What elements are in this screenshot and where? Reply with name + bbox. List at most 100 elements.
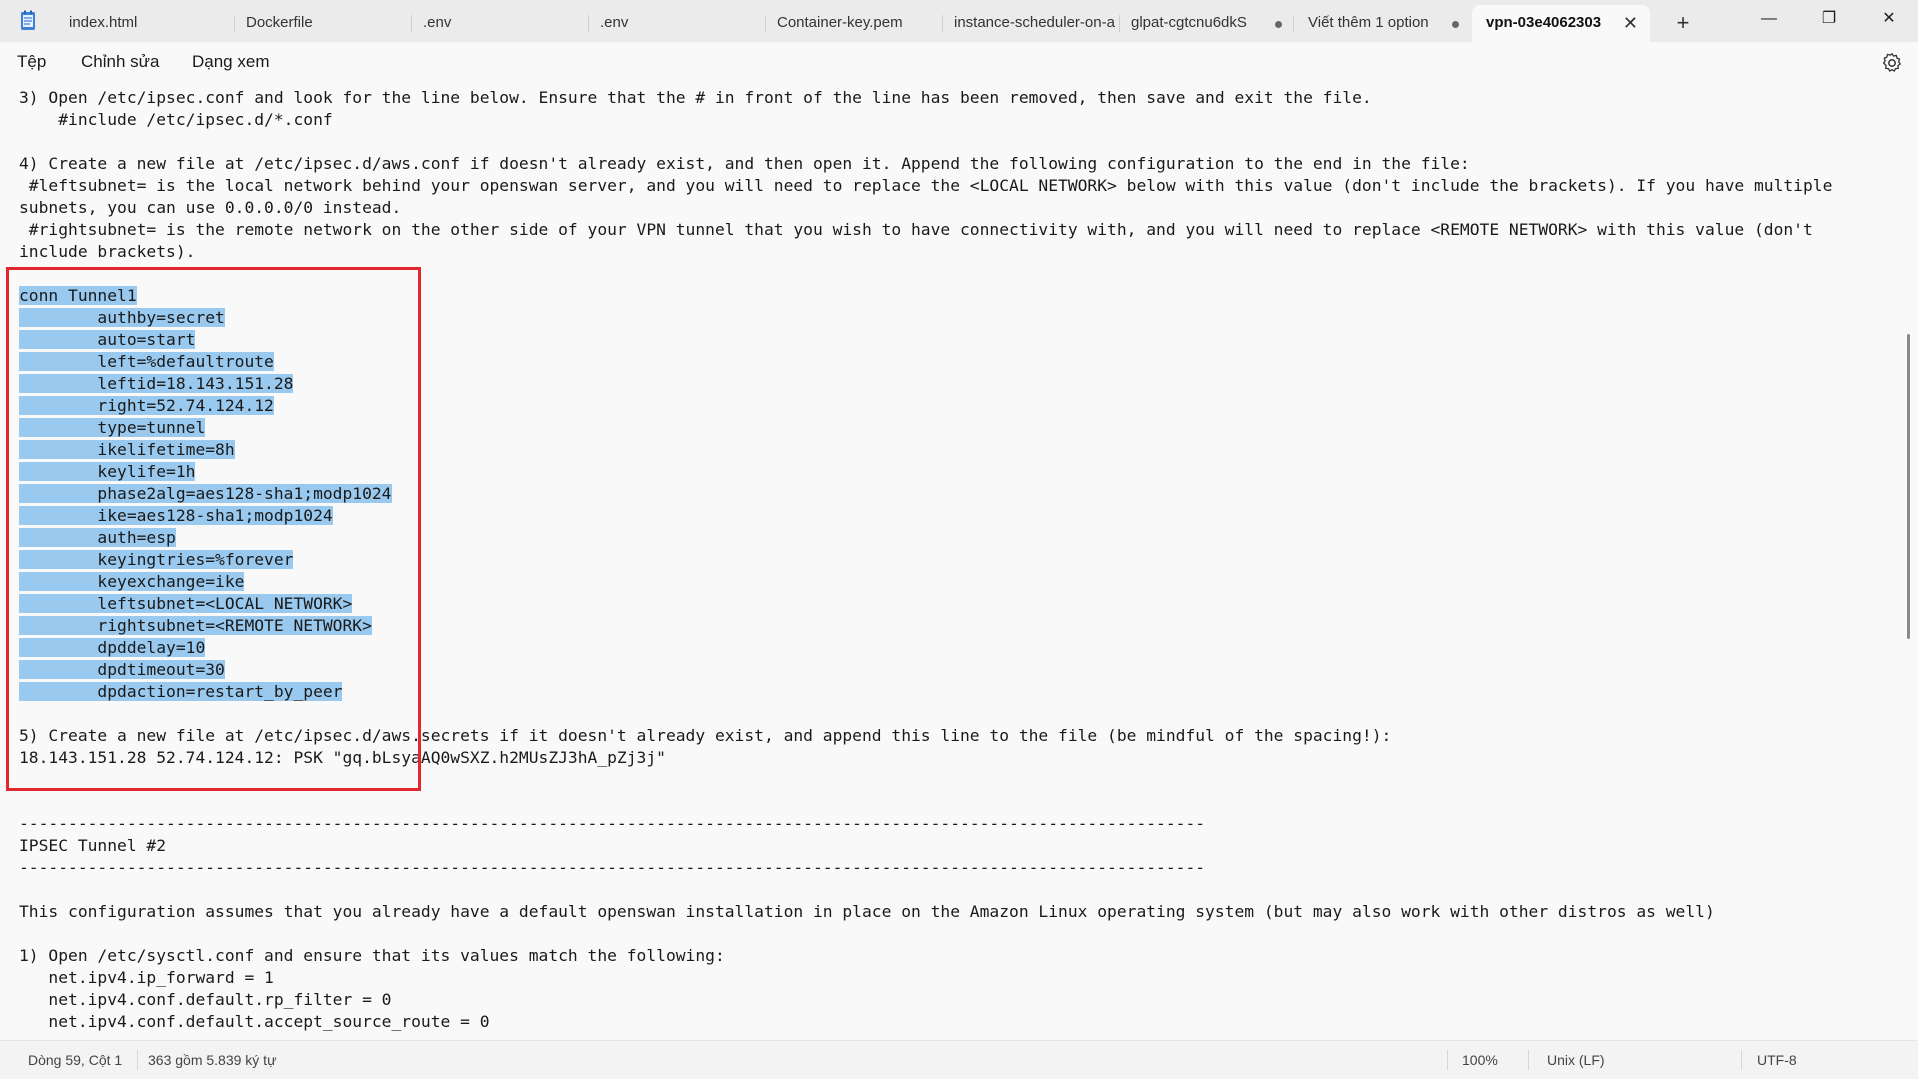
restore-button[interactable]: ❐	[1801, 0, 1857, 38]
line-text: leftsubnet=<LOCAL NETWORK>	[97, 594, 353, 613]
text-line: net.ipv4.conf.default.accept_source_rout…	[19, 1011, 490, 1033]
close-tab-icon[interactable]: ✕	[1623, 5, 1638, 41]
selected-code-line: auto=start	[19, 329, 196, 351]
tab-indent	[19, 440, 98, 459]
line-text: #include /etc/ipsec.d/*.conf	[19, 110, 333, 129]
tab-indent	[19, 462, 98, 481]
tab-indent	[19, 594, 98, 613]
text-line: ----------------------------------------…	[19, 857, 1205, 879]
line-text: dpdtimeout=30	[97, 660, 225, 679]
tab-indent	[19, 506, 98, 525]
line-text: ----------------------------------------…	[19, 814, 1206, 833]
close-window-button[interactable]: ✕	[1861, 0, 1917, 38]
tab-viet-them-option[interactable]: Viết thêm 1 option	[1294, 5, 1471, 42]
text-editor[interactable]: 3) Open /etc/ipsec.conf and look for the…	[0, 84, 1900, 1040]
tab-indent	[19, 682, 98, 701]
tab-indent	[19, 396, 98, 415]
tab-env-1[interactable]: .env	[409, 5, 589, 42]
line-ending[interactable]: Unix (LF)	[1547, 1052, 1605, 1068]
encoding[interactable]: UTF-8	[1757, 1052, 1797, 1068]
zoom-level[interactable]: 100%	[1462, 1052, 1498, 1068]
text-line: 1) Open /etc/sysctl.conf and ensure that…	[19, 945, 725, 967]
notepad-app-icon	[21, 10, 35, 30]
new-tab-button[interactable]: +	[1668, 5, 1698, 41]
tab-dockerfile[interactable]: Dockerfile	[232, 5, 412, 42]
tab-index-html[interactable]: index.html	[55, 5, 235, 42]
line-text: keylife=1h	[97, 462, 196, 481]
line-text: net.ipv4.conf.default.rp_filter = 0	[19, 990, 392, 1009]
title-bar: index.html Dockerfile .env .env Containe…	[0, 0, 1918, 42]
tab-indent	[19, 352, 98, 371]
line-text: IPSEC Tunnel #2	[19, 836, 167, 855]
menu-bar: Tệp Chỉnh sửa Dạng xem	[0, 42, 1918, 84]
text-line: #include /etc/ipsec.d/*.conf	[19, 109, 333, 131]
selected-code-line: keylife=1h	[19, 461, 196, 483]
text-line: net.ipv4.ip_forward = 1	[19, 967, 273, 989]
tab-indent	[19, 418, 98, 437]
selected-code-line: ike=aes128-sha1;modp1024	[19, 505, 333, 527]
text-line: 5) Create a new file at /etc/ipsec.d/aws…	[19, 725, 1391, 747]
line-text: 4) Create a new file at /etc/ipsec.d/aws…	[19, 154, 1470, 173]
tab-indent	[19, 572, 98, 591]
tab-indent	[19, 660, 98, 679]
selected-code-line: leftsubnet=<LOCAL NETWORK>	[19, 593, 353, 615]
line-text: This configuration assumes that you alre…	[19, 902, 1715, 921]
selected-code-line: leftid=18.143.151.28	[19, 373, 294, 395]
line-text: conn Tunnel1	[19, 286, 137, 305]
tab-indent	[19, 616, 98, 635]
text-line: include brackets).	[19, 241, 195, 263]
line-text: 18.143.151.28 52.74.124.12: PSK "gq.bLsy…	[19, 748, 666, 767]
line-text: include brackets).	[19, 242, 196, 261]
text-line: net.ipv4.conf.default.rp_filter = 0	[19, 989, 391, 1011]
line-text: 5) Create a new file at /etc/ipsec.d/aws…	[19, 726, 1392, 745]
text-line: #leftsubnet= is the local network behind…	[19, 175, 1833, 197]
tab-indent	[19, 484, 98, 503]
tab-glpat[interactable]: glpat-cgtcnu6dkS	[1117, 5, 1294, 42]
line-text: auth=esp	[97, 528, 176, 547]
selected-code-line: left=%defaultroute	[19, 351, 274, 373]
selected-code-line: dpdaction=restart_by_peer	[19, 681, 343, 703]
line-text: ----------------------------------------…	[19, 858, 1206, 877]
vertical-scrollbar[interactable]	[1900, 84, 1918, 1040]
cursor-position[interactable]: Dòng 59, Cột 1	[28, 1052, 122, 1068]
text-line: #rightsubnet= is the remote network on t…	[19, 219, 1813, 241]
line-text: phase2alg=aes128-sha1;modp1024	[97, 484, 392, 503]
line-text: type=tunnel	[97, 418, 206, 437]
unsaved-dot-icon	[1275, 21, 1282, 28]
line-text: dpddelay=10	[97, 638, 206, 657]
text-line: 18.143.151.28 52.74.124.12: PSK "gq.bLsy…	[19, 747, 666, 769]
tab-container-key[interactable]: Container-key.pem	[763, 5, 943, 42]
line-text: auto=start	[97, 330, 196, 349]
line-text: subnets, you can use 0.0.0.0/0 instead.	[19, 198, 402, 217]
line-text: #rightsubnet= is the remote network on t…	[19, 220, 1813, 239]
selected-code-line: auth=esp	[19, 527, 176, 549]
status-bar: Dòng 59, Cột 1 363 gồm 5.839 ký tự 100% …	[0, 1040, 1918, 1079]
scrollbar-thumb[interactable]	[1907, 334, 1910, 639]
tab-indent	[19, 528, 98, 547]
line-text: net.ipv4.conf.default.accept_source_rout…	[19, 1012, 490, 1031]
selected-code-line: phase2alg=aes128-sha1;modp1024	[19, 483, 392, 505]
text-line: subnets, you can use 0.0.0.0/0 instead.	[19, 197, 401, 219]
tab-env-2[interactable]: .env	[586, 5, 766, 42]
line-text: dpdaction=restart_by_peer	[97, 682, 343, 701]
line-text: ike=aes128-sha1;modp1024	[97, 506, 333, 525]
line-text: keyexchange=ike	[97, 572, 245, 591]
gear-icon[interactable]	[1880, 51, 1904, 75]
minimize-button[interactable]: —	[1741, 0, 1797, 38]
tab-instance-scheduler[interactable]: instance-scheduler-on-a	[940, 5, 1120, 42]
line-text: keyingtries=%forever	[97, 550, 294, 569]
line-text: right=52.74.124.12	[97, 396, 274, 415]
line-text: 1) Open /etc/sysctl.conf and ensure that…	[19, 946, 725, 965]
line-text: 3) Open /etc/ipsec.conf and look for the…	[19, 88, 1372, 107]
menu-view[interactable]: Dạng xem	[192, 52, 269, 72]
menu-file[interactable]: Tệp	[17, 52, 46, 72]
text-line: IPSEC Tunnel #2	[19, 835, 166, 857]
selected-code-line: keyingtries=%forever	[19, 549, 294, 571]
menu-edit[interactable]: Chỉnh sửa	[81, 52, 159, 72]
line-text: rightsubnet=<REMOTE NETWORK>	[97, 616, 372, 635]
selected-code-line: type=tunnel	[19, 417, 206, 439]
selected-code-line: ikelifetime=8h	[19, 439, 235, 461]
selected-code-line: authby=secret	[19, 307, 225, 329]
line-text: left=%defaultroute	[97, 352, 274, 371]
tab-vpn-active[interactable]: vpn-03e4062303 ✕	[1472, 5, 1650, 42]
